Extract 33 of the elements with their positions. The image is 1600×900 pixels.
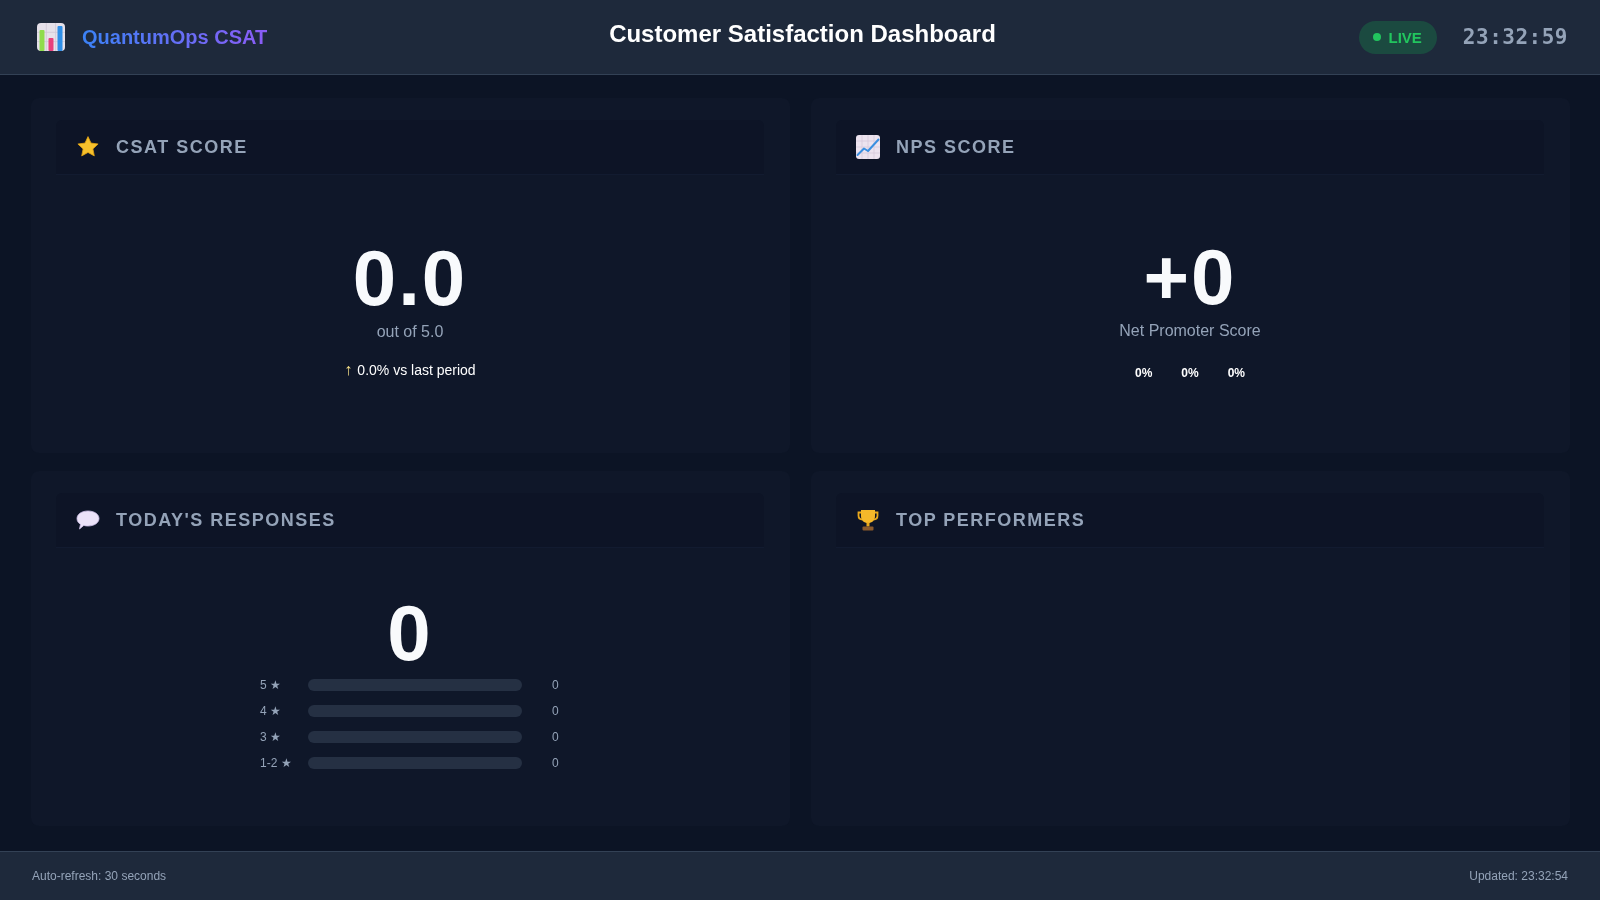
response-count: 0 (387, 594, 433, 672)
rating-label: 5 ★ (260, 678, 282, 692)
card-title: TODAY'S RESPONSES (116, 509, 336, 531)
updated-time: Updated: 23:32:54 (1469, 869, 1568, 883)
up-arrow-icon: ↑ (344, 361, 353, 379)
rating-count: 0 (552, 730, 559, 744)
live-dot-icon (1372, 33, 1381, 41)
rating-label: 4 ★ (260, 704, 282, 718)
rating-label: 3 ★ (260, 730, 282, 744)
trend-text: 0.0% vs last period (357, 362, 476, 378)
clock: 23:32:59 (1462, 25, 1568, 49)
rating-label: 1-2 ★ (260, 756, 293, 770)
star-icon (76, 135, 100, 159)
refresh-note: Auto-refresh: 30 seconds (32, 869, 167, 883)
rating-count: 0 (552, 678, 559, 692)
line-chart-icon (856, 135, 880, 159)
card-title: NPS SCORE (896, 136, 1016, 158)
live-label: LIVE (1388, 28, 1422, 46)
card-title: TOP PERFORMERS (896, 509, 1086, 531)
card-title: CSAT SCORE (116, 136, 248, 158)
nps-score: +0 (1143, 238, 1237, 316)
dashboard-title: Customer Satisfaction Dashboard (609, 20, 996, 48)
score-caption: Net Promoter Score (1119, 322, 1261, 340)
score-scale: out of 5.0 (376, 323, 444, 341)
csat-score: 0.0 (352, 239, 468, 317)
percentage: 0% (1181, 366, 1199, 380)
rating-count: 0 (552, 704, 559, 718)
percentage: 0% (1227, 366, 1245, 380)
speech-bubble-icon (76, 508, 100, 532)
trophy-icon (856, 508, 880, 532)
bar-chart-logo-icon (37, 23, 65, 51)
rating-count: 0 (552, 756, 559, 770)
percentage: 0% (1135, 366, 1153, 380)
